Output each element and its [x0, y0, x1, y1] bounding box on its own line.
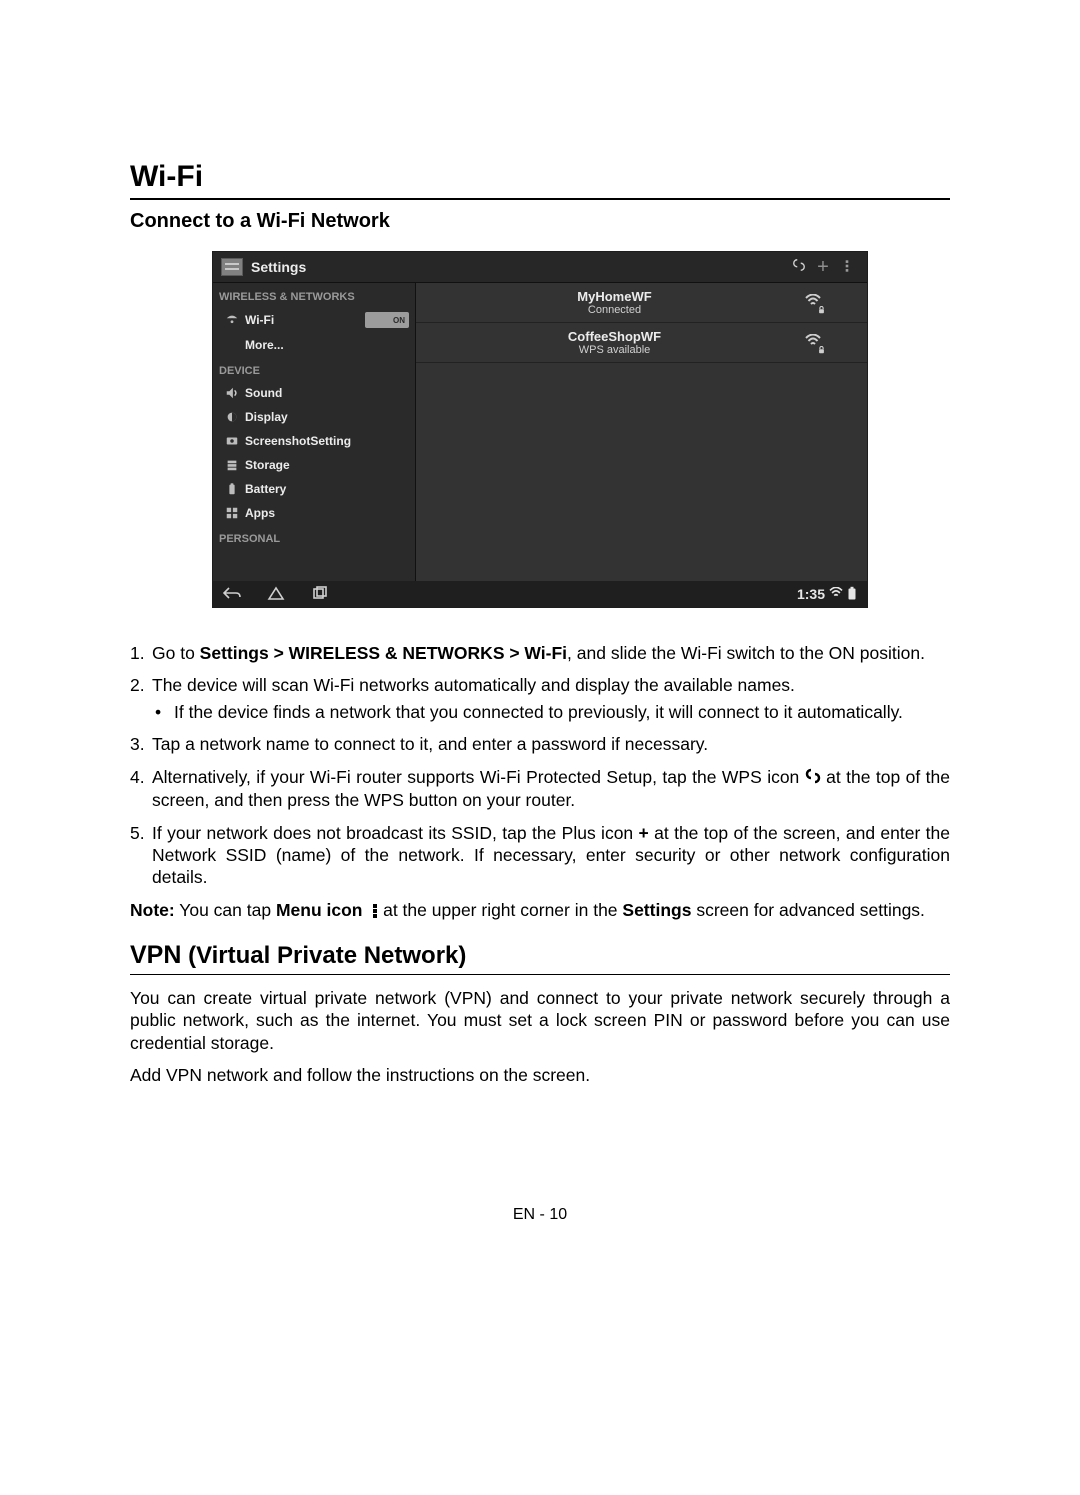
- sidebar-item-label: More...: [245, 338, 284, 352]
- wifi-signal-secure-icon: [805, 294, 821, 311]
- vpn-paragraph-1: You can create virtual private network (…: [130, 987, 950, 1054]
- settings-app-icon: [221, 258, 243, 276]
- step-1: 1. Go to Settings > WIRELESS & NETWORKS …: [130, 642, 950, 664]
- sidebar-item-label: ScreenshotSetting: [245, 434, 351, 448]
- sidebar-item-label: Wi-Fi: [245, 313, 274, 327]
- sidebar-item-label: Sound: [245, 386, 282, 400]
- sidebar-category-wireless: WIRELESS & NETWORKS: [213, 283, 415, 307]
- status-time: 1:35: [797, 586, 825, 602]
- sidebar-item-label: Apps: [245, 506, 275, 520]
- titlebar: Settings +: [213, 252, 867, 283]
- step-4: 4. Alternatively, if your Wi-Fi router s…: [130, 766, 950, 812]
- display-icon: [225, 411, 239, 423]
- sidebar-item-apps[interactable]: Apps: [213, 501, 415, 525]
- sidebar-item-label: Display: [245, 410, 288, 424]
- sidebar-item-wifi[interactable]: Wi-Fi ON: [213, 307, 415, 333]
- step-2: 2. The device will scan Wi-Fi networks a…: [130, 674, 950, 723]
- battery-icon: [225, 483, 239, 495]
- vpn-paragraph-2: Add VPN network and follow the instructi…: [130, 1064, 950, 1086]
- vpn-rule: [130, 974, 950, 975]
- status-battery-icon: [847, 586, 857, 603]
- sidebar-item-label: Storage: [245, 458, 290, 472]
- sidebar-category-personal: PERSONAL: [213, 525, 415, 549]
- sidebar-category-device: DEVICE: [213, 357, 415, 381]
- network-status: Connected: [432, 304, 797, 316]
- sidebar-item-sound[interactable]: Sound: [213, 381, 415, 405]
- apps-icon: [225, 507, 239, 519]
- step-2-sub: •If the device finds a network that you …: [152, 701, 950, 723]
- note-line: Note: You can tap Menu icon at the upper…: [130, 899, 950, 921]
- sound-icon: [225, 387, 239, 399]
- network-row[interactable]: CoffeeShopWF WPS available: [416, 323, 867, 363]
- wps-inline-icon: [805, 767, 821, 789]
- home-icon[interactable]: [267, 586, 285, 603]
- recent-apps-icon[interactable]: [311, 586, 329, 603]
- network-row[interactable]: MyHomeWF Connected: [416, 283, 867, 323]
- instruction-body: 1. Go to Settings > WIRELESS & NETWORKS …: [130, 642, 950, 1086]
- menu-inline-icon: [372, 903, 378, 919]
- step-5: 5. If your network does not broadcast it…: [130, 822, 950, 889]
- screenshot-icon: [225, 435, 239, 447]
- nav-bar: 1:35: [213, 581, 867, 607]
- wifi-signal-secure-icon: [805, 334, 821, 351]
- sidebar-item-label: Battery: [245, 482, 286, 496]
- sidebar-item-screenshot[interactable]: ScreenshotSetting: [213, 429, 415, 453]
- vpn-heading: VPN (Virtual Private Network): [130, 939, 950, 972]
- network-status: WPS available: [432, 344, 797, 356]
- wifi-icon: [225, 314, 239, 326]
- wifi-toggle[interactable]: ON: [365, 312, 409, 328]
- network-name: CoffeeShopWF: [432, 329, 797, 344]
- sidebar-item-more[interactable]: More...: [213, 333, 415, 357]
- sidebar-item-battery[interactable]: Battery: [213, 477, 415, 501]
- page-footer: EN - 10: [130, 1206, 950, 1224]
- titlebar-title: Settings: [251, 259, 787, 275]
- network-name: MyHomeWF: [432, 289, 797, 304]
- menu-icon[interactable]: [835, 259, 859, 276]
- step-3: 3.Tap a network name to connect to it, a…: [130, 733, 950, 755]
- network-list: MyHomeWF Connected CoffeeShopWF WPS avai…: [416, 283, 867, 581]
- subheading: Connect to a Wi-Fi Network: [130, 210, 950, 233]
- settings-screenshot: Settings + WIRELESS & NETWORKS: [212, 251, 868, 608]
- sidebar-item-storage[interactable]: Storage: [213, 453, 415, 477]
- title-rule: [130, 198, 950, 200]
- sidebar-item-display[interactable]: Display: [213, 405, 415, 429]
- storage-icon: [225, 459, 239, 471]
- status-wifi-icon: [829, 586, 843, 602]
- page-title: Wi-Fi: [130, 160, 950, 194]
- back-icon[interactable]: [223, 586, 241, 603]
- add-network-icon[interactable]: +: [811, 259, 835, 275]
- settings-sidebar: WIRELESS & NETWORKS Wi-Fi ON More... DEV…: [213, 283, 416, 581]
- wps-icon[interactable]: [787, 258, 811, 277]
